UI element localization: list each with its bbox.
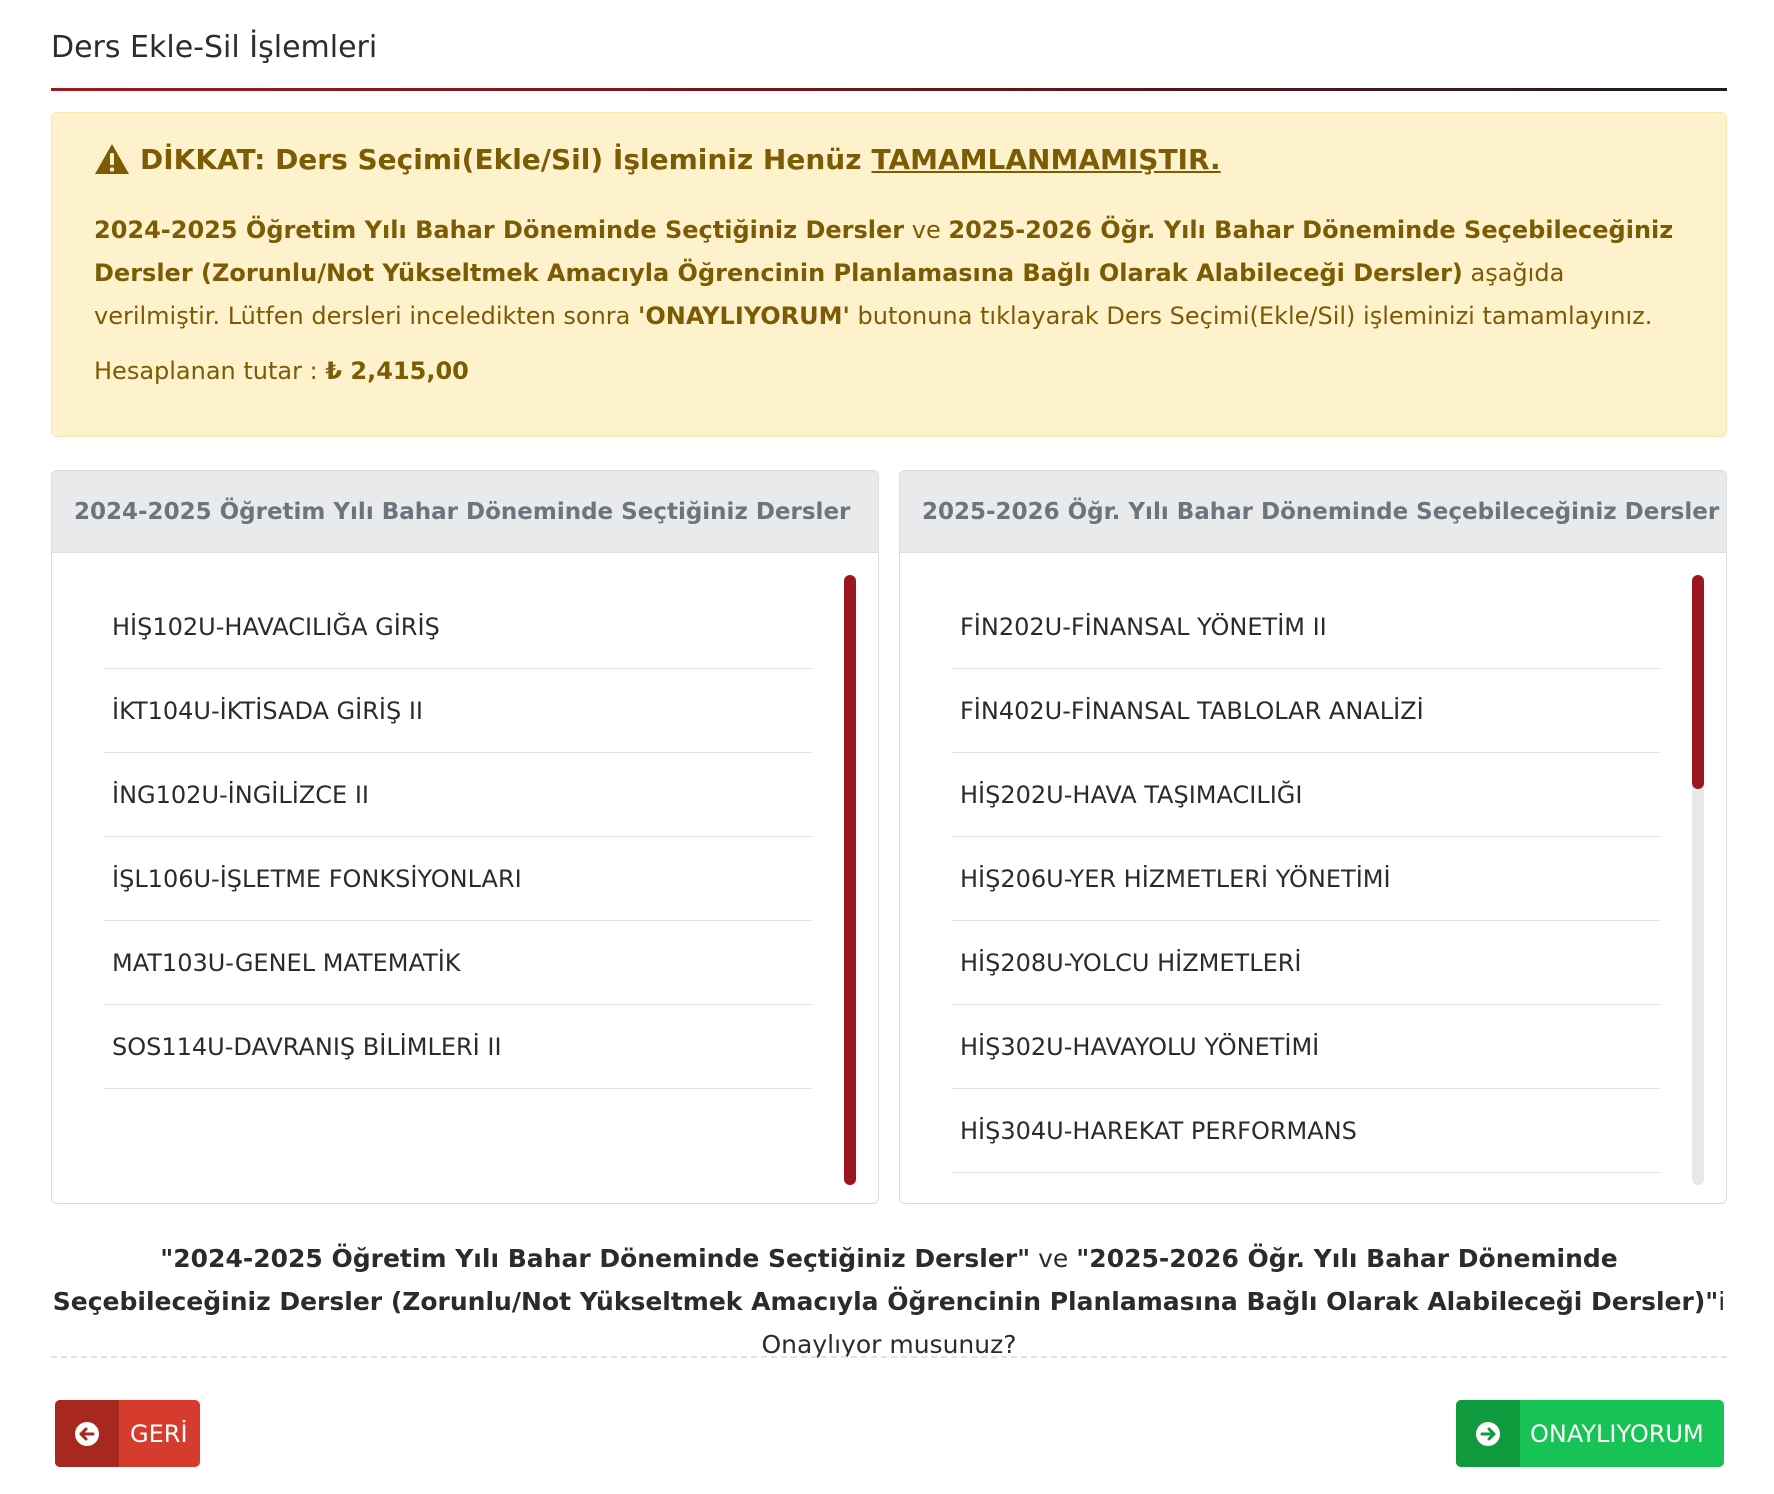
warning-triangle-icon	[95, 144, 129, 174]
calculated-amount: Hesaplanan tutar : ₺ 2,415,00	[94, 357, 469, 385]
course-item: HİŞ202U-HAVA TAŞIMACILIĞI	[952, 753, 1660, 837]
alert-text-complete: butonuna tıklayarak Ders Seçimi(Ekle/Sil…	[857, 302, 1653, 330]
selected-courses-header: 2024-2025 Öğretim Yılı Bahar Döneminde S…	[52, 471, 878, 553]
alert-bold-previous-term: 2024-2025 Öğretim Yılı Bahar Döneminde S…	[94, 216, 905, 244]
course-item: HİŞ102U-HAVACILIĞA GİRİŞ	[104, 585, 812, 669]
amount-value: ₺ 2,415,00	[325, 357, 469, 385]
course-item: FİN202U-FİNANSAL YÖNETİM II	[952, 585, 1660, 669]
available-courses-scroll-thumb[interactable]	[1692, 575, 1704, 789]
confirm-button-label: ONAYLIYORUM	[1530, 1419, 1704, 1448]
alert-heading-text: DİKKAT: Ders Seçimi(Ekle/Sil) İşleminiz …	[140, 142, 862, 176]
alert-body: 2024-2025 Öğretim Yılı Bahar Döneminde S…	[94, 209, 1694, 338]
title-divider	[51, 88, 1727, 91]
back-button[interactable]: GERİ	[55, 1400, 200, 1467]
dashed-divider	[51, 1356, 1727, 1358]
back-button-label: GERİ	[130, 1419, 188, 1448]
course-item: İŞL106U-İŞLETME FONKSİYONLARI	[104, 837, 812, 921]
alert-heading: DİKKAT: Ders Seçimi(Ekle/Sil) İşleminiz …	[94, 139, 1221, 179]
selected-courses-scrollbar[interactable]	[844, 575, 856, 1185]
selected-courses-list: HİŞ102U-HAVACILIĞA GİRİŞ İKT104U-İKTİSADA…	[104, 585, 812, 1089]
available-courses-scrollbar[interactable]	[1692, 575, 1704, 1185]
confirmation-question: "2024-2025 Öğretim Yılı Bahar Döneminde …	[51, 1237, 1727, 1366]
confirm-icon-wrap	[1456, 1400, 1520, 1467]
available-courses-list: FİN202U-FİNANSAL YÖNETİM II FİN402U-FİNAN…	[952, 585, 1660, 1173]
course-item: SOS114U-DAVRANIŞ BİLİMLERİ II	[104, 1005, 812, 1089]
available-courses-header: 2025-2026 Öğr. Yılı Bahar Döneminde Seçe…	[900, 471, 1726, 553]
arrow-circle-right-icon	[1476, 1421, 1500, 1446]
course-item: HİŞ206U-YER HİZMETLERİ YÖNETİMİ	[952, 837, 1660, 921]
confirm-conj: ve	[1038, 1244, 1069, 1273]
course-item: HİŞ302U-HAVAYOLU YÖNETİMİ	[952, 1005, 1660, 1089]
selected-courses-panel: 2024-2025 Öğretim Yılı Bahar Döneminde S…	[51, 470, 879, 1204]
alert-text-and: ve	[911, 216, 941, 244]
course-item: İKT104U-İKTİSADA GİRİŞ II	[104, 669, 812, 753]
alert-bold-confirm-word: 'ONAYLIYORUM'	[638, 302, 850, 330]
selected-courses-scroll-thumb[interactable]	[844, 575, 856, 1185]
alert-heading-emphasis: TAMAMLANMAMIŞTIR.	[871, 142, 1221, 176]
available-courses-panel: 2025-2026 Öğr. Yılı Bahar Döneminde Seçe…	[899, 470, 1727, 1204]
page-title: Ders Ekle-Sil İşlemleri	[51, 30, 378, 65]
confirm-quote-previous: "2024-2025 Öğretim Yılı Bahar Döneminde …	[160, 1244, 1031, 1273]
warning-alert: DİKKAT: Ders Seçimi(Ekle/Sil) İşleminiz …	[51, 112, 1727, 437]
confirm-button[interactable]: ONAYLIYORUM	[1456, 1400, 1724, 1467]
course-item: HİŞ304U-HAREKAT PERFORMANS	[952, 1089, 1660, 1173]
arrow-circle-left-icon	[75, 1421, 99, 1446]
course-item: MAT103U-GENEL MATEMATİK	[104, 921, 812, 1005]
course-item: İNG102U-İNGİLİZCE II	[104, 753, 812, 837]
course-item: HİŞ208U-YOLCU HİZMETLERİ	[952, 921, 1660, 1005]
amount-label: Hesaplanan tutar :	[94, 357, 318, 385]
course-item: FİN402U-FİNANSAL TABLOLAR ANALİZİ	[952, 669, 1660, 753]
back-icon-wrap	[55, 1400, 119, 1467]
